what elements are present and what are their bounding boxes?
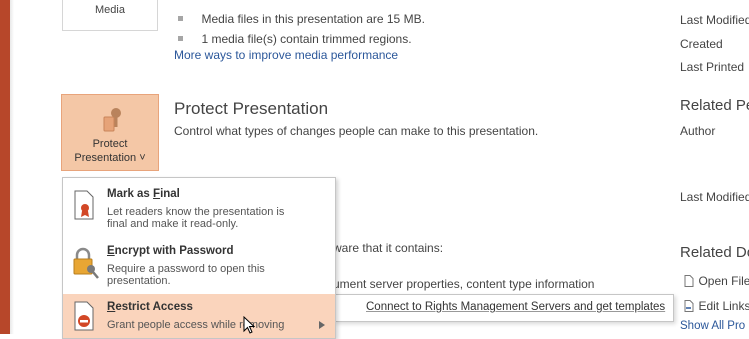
inspect-text-partial-1: ware that it contains: <box>333 241 444 255</box>
lock-key-icon <box>73 247 99 279</box>
edit-links-label: Edit Links <box>698 299 749 313</box>
open-file-location-label: Open File <box>698 274 749 288</box>
media-button[interactable]: Media <box>62 0 158 31</box>
created-label: Created <box>680 37 723 51</box>
protect-label-line2: Presentation ˅ <box>74 152 146 164</box>
media-bullet-2: 1 media file(s) contain trimmed regions. <box>178 30 412 48</box>
encrypt-with-password-title: Encrypt with Password <box>107 245 234 257</box>
title-text: Mark as <box>107 188 154 200</box>
author-label: Author <box>680 124 716 138</box>
inspect-text-partial-2: ument server properties, content type in… <box>333 277 595 291</box>
open-file-location-link[interactable]: Open File <box>684 272 749 290</box>
edit-links-link[interactable]: Edit Links <box>684 297 749 315</box>
bullet-icon <box>178 16 183 22</box>
restrict-access-item[interactable]: Restrict Access Grant people access whil… <box>63 294 335 338</box>
access-key: F <box>153 188 161 200</box>
mark-as-final-title: Mark as Final <box>107 188 180 200</box>
restrict-access-submenu: Connect to Rights Management Servers and… <box>334 294 674 322</box>
restrict-access-icon <box>74 301 94 331</box>
access-key: E <box>107 245 115 257</box>
title-text: inal <box>160 188 180 200</box>
protect-presentation-button[interactable]: Protect Presentation ˅ <box>61 94 159 171</box>
restrict-access-description: Grant people access while removing <box>107 319 285 331</box>
protect-presentation-heading: Protect Presentation <box>174 99 329 118</box>
media-bullet-1: Media files in this presentation are 15 … <box>178 10 425 28</box>
mouse-cursor-icon <box>243 316 255 334</box>
submenu-arrow-icon <box>319 321 325 329</box>
document-icon <box>684 274 694 287</box>
mark-as-final-description: Let readers know the presentation is fin… <box>107 206 285 230</box>
last-printed-label: Last Printed <box>680 60 745 74</box>
related-documents-heading: Related Do <box>680 244 749 261</box>
mark-as-final-item[interactable]: Mark as Final Let readers know the prese… <box>63 178 335 238</box>
media-trimmed-text: 1 media file(s) contain trimmed regions. <box>201 32 412 46</box>
media-performance-link[interactable]: More ways to improve media performance <box>174 48 398 62</box>
last-modified-by-label: Last Modified <box>680 190 749 204</box>
edit-links-icon <box>684 299 694 312</box>
related-people-heading: Related Pe <box>680 97 749 114</box>
restrict-access-title: Restrict Access <box>107 301 193 313</box>
last-modified-label: Last Modified <box>680 13 749 27</box>
show-all-properties-link[interactable]: Show All Pro <box>680 320 745 332</box>
title-text: ncrypt with Password <box>114 245 234 257</box>
protect-presentation-menu: Mark as Final Let readers know the prese… <box>62 177 336 339</box>
backstage-divider <box>10 0 14 334</box>
title-text: estrict Access <box>115 301 193 313</box>
protect-label-line1: Protect <box>92 138 128 150</box>
key-icon <box>103 108 121 132</box>
protect-presentation-label: Protect Presentation ˅ <box>62 137 158 165</box>
connect-rights-management-item[interactable]: Connect to Rights Management Servers and… <box>366 301 665 313</box>
mark-final-icon <box>74 190 94 220</box>
encrypt-with-password-item[interactable]: Encrypt with Password Require a password… <box>63 238 335 294</box>
encrypt-with-password-description: Require a password to open this presenta… <box>107 263 265 287</box>
protect-presentation-description: Control what types of changes people can… <box>174 124 539 138</box>
media-button-label: Media <box>95 4 125 16</box>
backstage-accent-strip <box>0 0 10 334</box>
bullet-icon <box>178 36 183 42</box>
media-size-text: Media files in this presentation are 15 … <box>201 12 425 26</box>
